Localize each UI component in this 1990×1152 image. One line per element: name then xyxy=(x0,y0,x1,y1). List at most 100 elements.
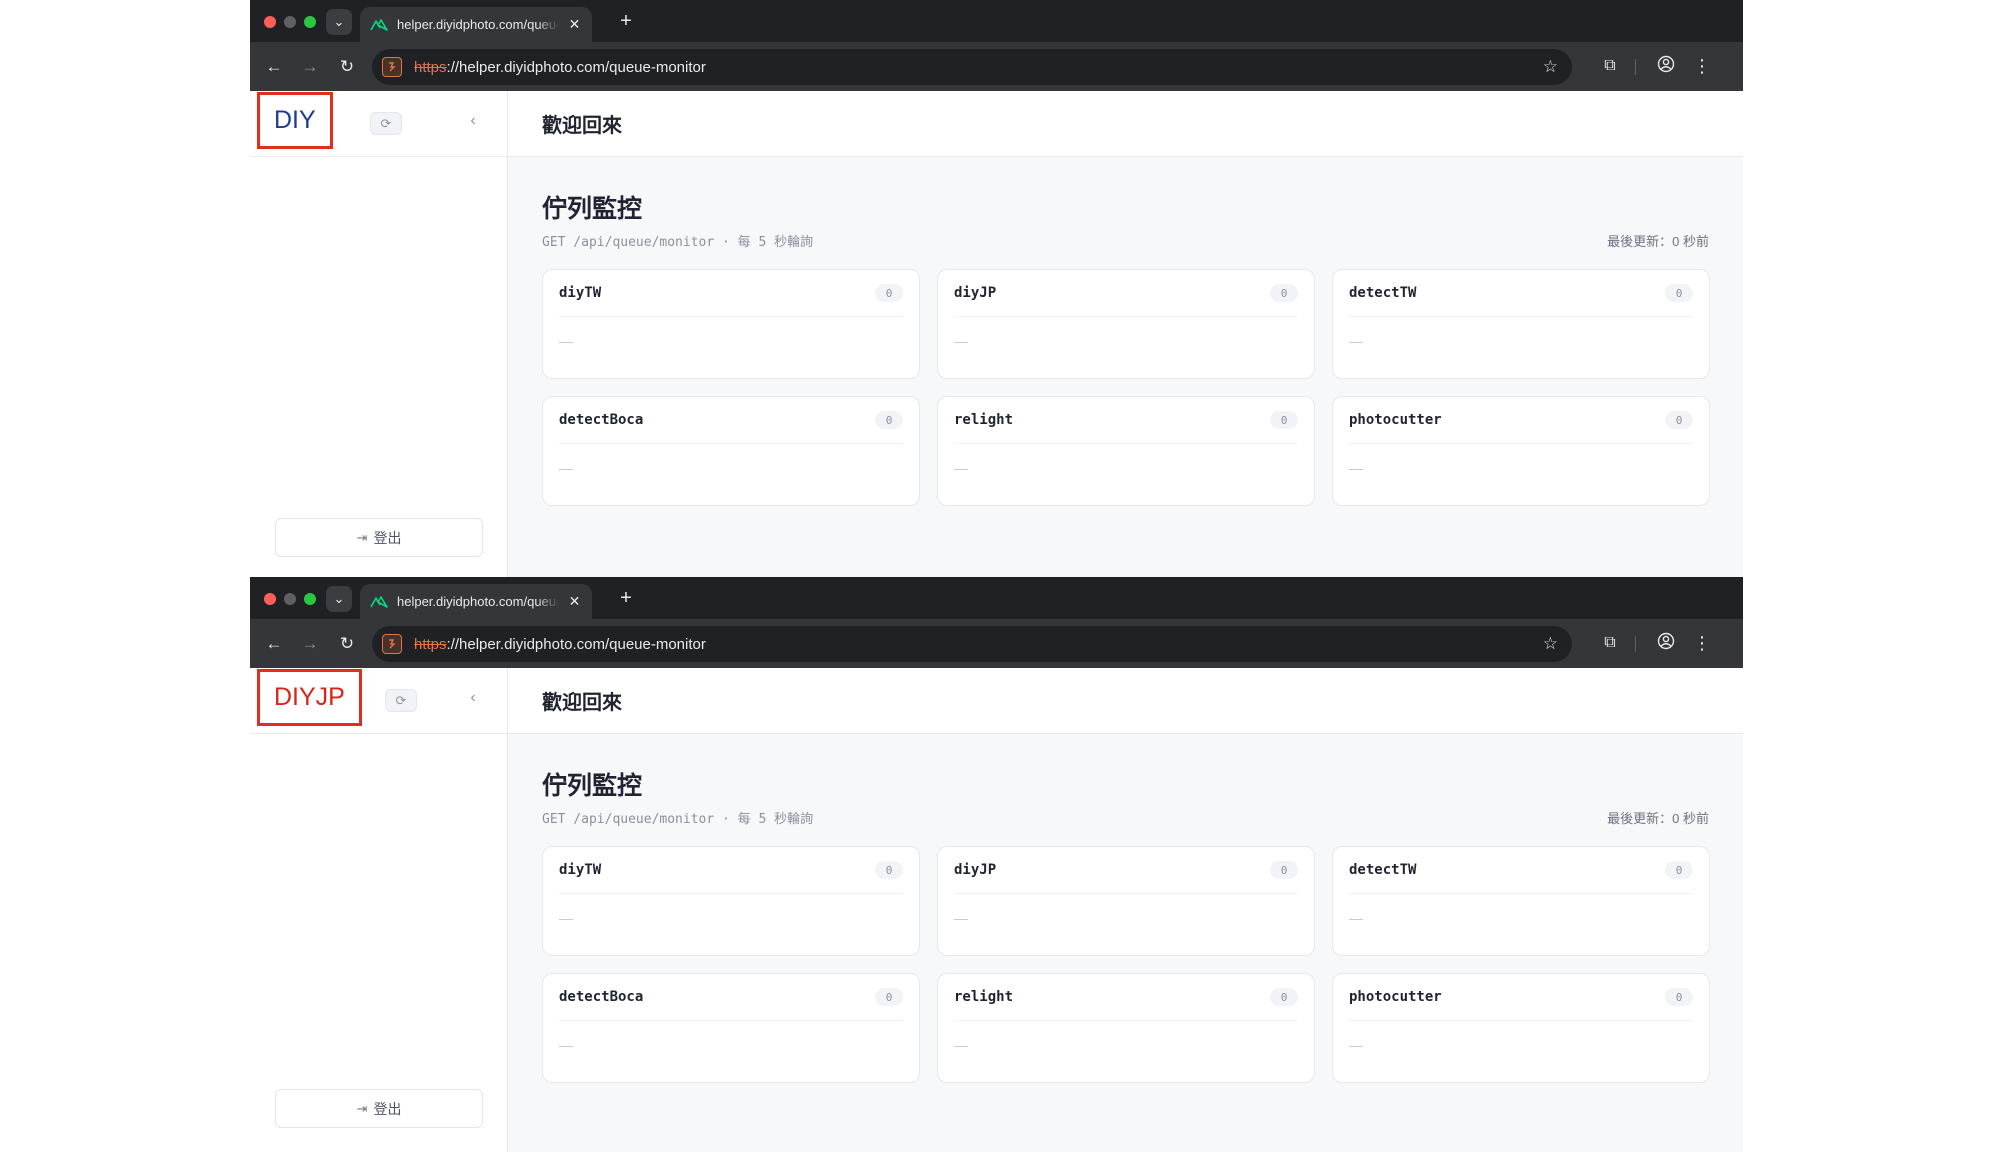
close-icon[interactable]: ✕ xyxy=(567,16,582,33)
queue-name: detectTW xyxy=(1349,285,1417,301)
brand-logo[interactable]: DIY xyxy=(274,106,316,135)
puzzle-icon[interactable]: ⧉ xyxy=(1599,632,1621,654)
brand-highlight: DIYJP xyxy=(257,669,362,726)
queue-name: diyJP xyxy=(954,285,997,301)
queue-count-badge: 0 xyxy=(1665,284,1693,302)
address-bar[interactable]: https://helper.diyidphoto.com/queue-moni… xyxy=(372,49,1572,85)
brand-logo[interactable]: DIYJP xyxy=(274,683,345,712)
queue-card-header: detectTW 0 xyxy=(1349,847,1693,894)
welcome-heading: 歡迎回來 xyxy=(542,692,622,714)
browser-tab[interactable]: helper.diyidphoto.com/queue-monitor ✕ xyxy=(360,584,592,619)
reload-icon[interactable]: ↻ xyxy=(335,55,359,79)
queue-card: photocutter 0 — xyxy=(1332,396,1710,506)
arrow-right-icon[interactable]: → xyxy=(298,632,322,656)
queue-empty-placeholder: — xyxy=(954,1037,968,1053)
queue-count-badge: 0 xyxy=(1270,284,1298,302)
chevron-left-icon[interactable]: ‹ xyxy=(465,689,481,707)
queue-empty-placeholder: — xyxy=(559,460,573,476)
url-path: ://helper.diyidphoto.com/queue-monitor xyxy=(446,635,706,653)
browser-tab[interactable]: helper.diyidphoto.com/queue-monitor ✕ xyxy=(360,7,592,42)
sync-icon[interactable]: ⟳ xyxy=(385,689,417,712)
window-minimize-button[interactable] xyxy=(284,16,296,28)
tab-strip: ⌄ helper.diyidphoto.com/queue-monitor ✕ … xyxy=(250,0,1743,42)
app: DIY ⟳ ‹ ⇥ 登出 歡迎回來 佇列監控 GET /api/queue/mo… xyxy=(250,91,1743,577)
window-close-button[interactable] xyxy=(264,593,276,605)
plus-icon[interactable]: + xyxy=(614,9,638,33)
queue-empty-placeholder: — xyxy=(954,910,968,926)
chevron-down-icon[interactable]: ⌄ xyxy=(326,9,352,35)
site-info-icon[interactable] xyxy=(382,634,402,654)
queue-card: relight 0 — xyxy=(937,973,1315,1083)
logout-button[interactable]: ⇥ 登出 xyxy=(275,518,483,557)
star-icon[interactable]: ☆ xyxy=(1543,57,1558,77)
main-header: 歡迎回來 xyxy=(508,91,1743,157)
address-bar[interactable]: https://helper.diyidphoto.com/queue-moni… xyxy=(372,626,1572,662)
kebab-menu-icon[interactable]: ⋮ xyxy=(1691,55,1713,77)
queue-empty-placeholder: — xyxy=(954,460,968,476)
queue-count-badge: 0 xyxy=(1665,411,1693,429)
arrow-left-icon[interactable]: ← xyxy=(262,55,286,79)
tab-strip: ⌄ helper.diyidphoto.com/queue-monitor ✕ … xyxy=(250,577,1743,619)
page-title: 佇列監控 xyxy=(542,195,643,223)
queue-empty-placeholder: — xyxy=(954,333,968,349)
queue-name: photocutter xyxy=(1349,412,1442,428)
page-subtitle: GET /api/queue/monitor · 每 5 秒輪詢 xyxy=(542,235,814,250)
queue-empty-placeholder: — xyxy=(1349,460,1363,476)
logout-label: 登出 xyxy=(373,1100,402,1117)
queue-empty-placeholder: — xyxy=(1349,333,1363,349)
last-update: 最後更新：0 秒前 xyxy=(1607,234,1709,249)
logout-icon: ⇥ xyxy=(356,1100,368,1116)
queue-grid: diyTW 0 — diyJP 0 — detectTW 0 — detectB… xyxy=(542,846,1710,1083)
logout-button[interactable]: ⇥ 登出 xyxy=(275,1089,483,1128)
queue-card-header: photocutter 0 xyxy=(1349,974,1693,1021)
nuxt-logo-icon xyxy=(370,18,388,32)
logout-label: 登出 xyxy=(373,529,402,546)
profile-icon[interactable] xyxy=(1655,55,1677,77)
profile-icon[interactable] xyxy=(1655,632,1677,654)
site-info-icon[interactable] xyxy=(382,57,402,77)
url-text: https://helper.diyidphoto.com/queue-moni… xyxy=(414,59,706,76)
browser-toolbar: ← → ↻ https://helper.diyidphoto.com/queu… xyxy=(250,619,1743,668)
arrow-right-icon[interactable]: → xyxy=(298,55,322,79)
window-minimize-button[interactable] xyxy=(284,593,296,605)
queue-empty-placeholder: — xyxy=(1349,910,1363,926)
queue-empty-placeholder: — xyxy=(1349,1037,1363,1053)
url-path: ://helper.diyidphoto.com/queue-monitor xyxy=(446,58,706,76)
welcome-heading: 歡迎回來 xyxy=(542,115,622,137)
queue-count-badge: 0 xyxy=(875,861,903,879)
window-maximize-button[interactable] xyxy=(304,16,316,28)
queue-card-header: detectBoca 0 xyxy=(559,397,903,444)
star-icon[interactable]: ☆ xyxy=(1543,634,1558,654)
queue-card-header: photocutter 0 xyxy=(1349,397,1693,444)
queue-name: relight xyxy=(954,989,1014,1005)
sync-icon[interactable]: ⟳ xyxy=(370,112,402,135)
plus-icon[interactable]: + xyxy=(614,586,638,610)
queue-count-badge: 0 xyxy=(1665,861,1693,879)
queue-name: detectBoca xyxy=(559,412,644,428)
sidebar: DIYJP ⟳ ‹ ⇥ 登出 xyxy=(250,668,508,1152)
arrow-left-icon[interactable]: ← xyxy=(262,632,286,656)
url-scheme: https xyxy=(414,58,447,76)
window-maximize-button[interactable] xyxy=(304,593,316,605)
queue-card: relight 0 — xyxy=(937,396,1315,506)
chevron-left-icon[interactable]: ‹ xyxy=(465,112,481,130)
page-subtitle: GET /api/queue/monitor · 每 5 秒輪詢 xyxy=(542,812,814,827)
queue-card: diyJP 0 — xyxy=(937,846,1315,956)
queue-count-badge: 0 xyxy=(875,284,903,302)
kebab-menu-icon[interactable]: ⋮ xyxy=(1691,632,1713,654)
queue-card-header: relight 0 xyxy=(954,974,1298,1021)
main-header: 歡迎回來 xyxy=(508,668,1743,734)
close-icon[interactable]: ✕ xyxy=(567,593,582,610)
queue-card: detectTW 0 — xyxy=(1332,846,1710,956)
queue-name: photocutter xyxy=(1349,989,1442,1005)
reload-icon[interactable]: ↻ xyxy=(335,632,359,656)
queue-count-badge: 0 xyxy=(875,411,903,429)
queue-count-badge: 0 xyxy=(1270,988,1298,1006)
chevron-down-icon[interactable]: ⌄ xyxy=(326,586,352,612)
puzzle-icon[interactable]: ⧉ xyxy=(1599,55,1621,77)
url-scheme: https xyxy=(414,635,447,653)
window-close-button[interactable] xyxy=(264,16,276,28)
queue-card: diyTW 0 — xyxy=(542,269,920,379)
tab-title: helper.diyidphoto.com/queue-monitor xyxy=(397,17,559,32)
queue-card: detectBoca 0 — xyxy=(542,396,920,506)
